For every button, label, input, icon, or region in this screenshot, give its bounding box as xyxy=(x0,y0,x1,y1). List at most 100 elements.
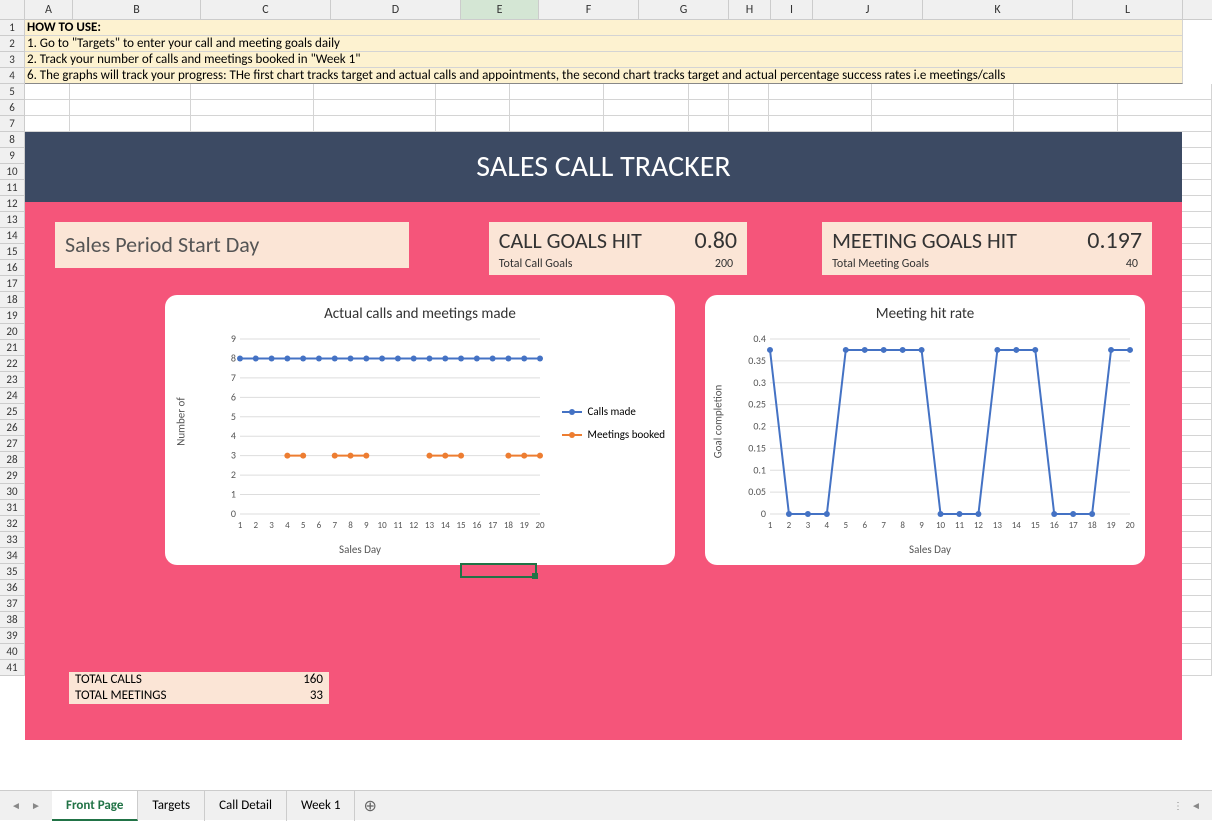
meeting-goals-sublabel: Total Meeting Goals xyxy=(832,257,929,271)
column-header-H[interactable]: H xyxy=(729,0,771,19)
sheet-tab[interactable]: Week 1 xyxy=(287,791,355,821)
svg-text:13: 13 xyxy=(993,520,1003,531)
row-header-17[interactable]: 17 xyxy=(0,276,25,292)
row-header-22[interactable]: 22 xyxy=(0,356,25,372)
svg-text:0.35: 0.35 xyxy=(748,354,766,367)
row-header-10[interactable]: 10 xyxy=(0,164,25,180)
row-header-36[interactable]: 36 xyxy=(0,580,25,596)
row-header-1[interactable]: 1 xyxy=(0,20,25,36)
sheet-tab[interactable]: Targets xyxy=(138,791,205,821)
column-header-A[interactable]: A xyxy=(25,0,73,19)
add-sheet-button[interactable]: ⊕ xyxy=(355,794,379,818)
row-header-31[interactable]: 31 xyxy=(0,500,25,516)
sheet-tab[interactable]: Front Page xyxy=(52,791,138,821)
row-header-11[interactable]: 11 xyxy=(0,180,25,196)
row-header-35[interactable]: 35 xyxy=(0,564,25,580)
column-header-L[interactable]: L xyxy=(1073,0,1183,19)
column-header-C[interactable]: C xyxy=(201,0,331,19)
tab-options-icon[interactable]: ⋮ xyxy=(1170,798,1186,814)
chart-hit-rate[interactable]: Meeting hit rate 00.050.10.150.20.250.30… xyxy=(705,295,1145,565)
svg-text:3: 3 xyxy=(231,449,236,462)
chart-row: Actual calls and meetings made 012345678… xyxy=(55,295,1152,565)
tab-scroll-left-icon[interactable]: ◄ xyxy=(1188,798,1204,814)
chart-calls-meetings[interactable]: Actual calls and meetings made 012345678… xyxy=(165,295,675,565)
svg-text:11: 11 xyxy=(393,520,403,531)
row-header-37[interactable]: 37 xyxy=(0,596,25,612)
instructions-line[interactable]: 1. Go to "Targets" to enter your call an… xyxy=(25,36,1183,52)
row-header-40[interactable]: 40 xyxy=(0,644,25,660)
row-header-8[interactable]: 8 xyxy=(0,132,25,148)
chart-svg: 00.050.10.150.20.250.30.350.412345678910… xyxy=(740,329,1140,539)
row-header-33[interactable]: 33 xyxy=(0,532,25,548)
svg-text:20: 20 xyxy=(535,520,545,531)
svg-text:14: 14 xyxy=(441,520,451,531)
row-headers: 1234567891011121314151617181920212223242… xyxy=(0,20,25,676)
select-all-corner[interactable] xyxy=(0,0,25,20)
row-header-23[interactable]: 23 xyxy=(0,372,25,388)
row-header-20[interactable]: 20 xyxy=(0,324,25,340)
row-header-30[interactable]: 30 xyxy=(0,484,25,500)
legend-item: Calls made xyxy=(562,405,665,418)
column-header-F[interactable]: F xyxy=(539,0,639,19)
row-header-13[interactable]: 13 xyxy=(0,212,25,228)
dashboard-title: SALES CALL TRACKER xyxy=(25,132,1182,202)
total-calls-label: TOTAL CALLS xyxy=(75,672,142,688)
row-header-39[interactable]: 39 xyxy=(0,628,25,644)
column-header-J[interactable]: J xyxy=(813,0,923,19)
row-header-4[interactable]: 4 xyxy=(0,68,25,84)
column-header-B[interactable]: B xyxy=(73,0,201,19)
svg-text:5: 5 xyxy=(844,520,849,531)
column-header-M[interactable]: M xyxy=(1183,0,1212,19)
call-goals-box: CALL GOALS HIT 0.80 Total Call Goals 200 xyxy=(489,222,747,275)
call-goals-subvalue: 200 xyxy=(715,257,733,271)
row-header-18[interactable]: 18 xyxy=(0,292,25,308)
svg-text:8: 8 xyxy=(231,351,236,364)
column-header-K[interactable]: K xyxy=(923,0,1073,19)
row-header-12[interactable]: 12 xyxy=(0,196,25,212)
instructions-line[interactable]: 2. Track your number of calls and meetin… xyxy=(25,52,1183,68)
row-header-28[interactable]: 28 xyxy=(0,452,25,468)
row-header-16[interactable]: 16 xyxy=(0,260,25,276)
row-header-3[interactable]: 3 xyxy=(0,52,25,68)
svg-text:1: 1 xyxy=(238,520,243,531)
row-header-25[interactable]: 25 xyxy=(0,404,25,420)
row-header-19[interactable]: 19 xyxy=(0,308,25,324)
svg-text:1: 1 xyxy=(231,488,236,501)
svg-text:19: 19 xyxy=(1106,520,1116,531)
column-header-D[interactable]: D xyxy=(331,0,461,19)
sheet-tab[interactable]: Call Detail xyxy=(205,791,287,821)
column-header-G[interactable]: G xyxy=(639,0,729,19)
row-header-9[interactable]: 9 xyxy=(0,148,25,164)
row-header-27[interactable]: 27 xyxy=(0,436,25,452)
total-calls-row: TOTAL CALLS 160 xyxy=(69,672,329,688)
row-header-34[interactable]: 34 xyxy=(0,548,25,564)
column-header-E[interactable]: E xyxy=(461,0,539,19)
row-header-38[interactable]: 38 xyxy=(0,612,25,628)
total-meetings-value: 33 xyxy=(310,688,323,704)
row-header-24[interactable]: 24 xyxy=(0,388,25,404)
row-header-29[interactable]: 29 xyxy=(0,468,25,484)
svg-text:5: 5 xyxy=(301,520,306,531)
meeting-goals-value: 0.197 xyxy=(1087,226,1142,255)
tab-nav-prev-icon[interactable]: ◄ xyxy=(8,798,24,814)
row-header-14[interactable]: 14 xyxy=(0,228,25,244)
row-header-15[interactable]: 15 xyxy=(0,244,25,260)
instructions-line[interactable]: 6. The graphs will track your progress: … xyxy=(25,68,1183,84)
row-header-5[interactable]: 5 xyxy=(0,84,25,100)
row-header-6[interactable]: 6 xyxy=(0,100,25,116)
sales-period-box: Sales Period Start Day xyxy=(55,222,409,268)
svg-text:17: 17 xyxy=(488,520,498,531)
row-header-21[interactable]: 21 xyxy=(0,340,25,356)
svg-text:4: 4 xyxy=(231,429,236,442)
tab-nav-next-icon[interactable]: ► xyxy=(28,798,44,814)
row-header-7[interactable]: 7 xyxy=(0,116,25,132)
svg-text:0: 0 xyxy=(231,507,236,520)
row-header-32[interactable]: 32 xyxy=(0,516,25,532)
instructions-heading[interactable]: HOW TO USE: xyxy=(25,20,1183,36)
svg-text:15: 15 xyxy=(456,520,466,531)
column-header-I[interactable]: I xyxy=(771,0,813,19)
x-axis-label: Sales Day xyxy=(740,543,1120,556)
row-header-2[interactable]: 2 xyxy=(0,36,25,52)
row-header-26[interactable]: 26 xyxy=(0,420,25,436)
row-header-41[interactable]: 41 xyxy=(0,660,25,676)
